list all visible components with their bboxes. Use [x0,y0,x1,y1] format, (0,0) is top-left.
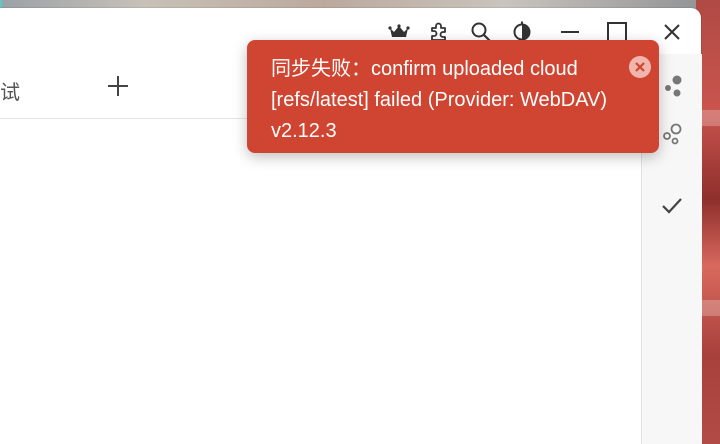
toast-message: 同步失败：confirm uploaded cloud [refs/latest… [271,58,608,142]
graph-icon[interactable] [660,122,684,146]
close-icon[interactable] [660,20,684,44]
dots-icon[interactable] [660,74,684,98]
editor-area[interactable] [0,119,641,444]
sync-error-toast: 同步失败：confirm uploaded cloud [refs/latest… [247,40,659,153]
tab-title[interactable]: 测试 [0,76,20,105]
add-tab-icon[interactable] [106,74,130,98]
toast-close-icon[interactable] [629,56,651,78]
check-icon[interactable] [660,194,684,218]
